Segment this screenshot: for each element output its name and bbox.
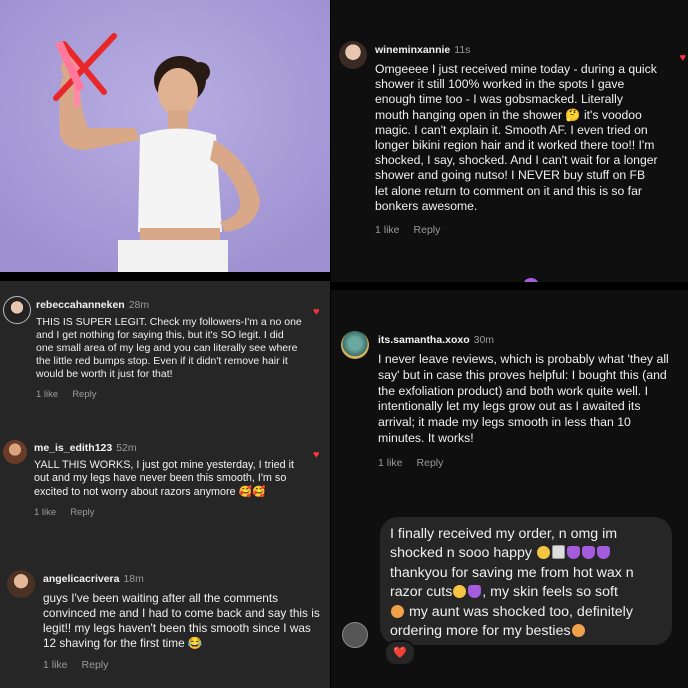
comment-actions: 1 like Reply [43, 659, 325, 671]
comment-actions: 1 like Reply [34, 507, 304, 518]
username[interactable]: wineminxannie [375, 44, 450, 56]
purple-heart-icon [566, 546, 580, 560]
like-count[interactable]: 1 like [378, 457, 403, 469]
heart-icon[interactable]: ♥ [313, 449, 320, 461]
like-count[interactable]: 1 like [34, 507, 56, 518]
purple-heart-icon [468, 585, 482, 599]
message-line: shocked n sooo happy [390, 544, 670, 563]
avatar[interactable] [3, 296, 31, 324]
comment-header: me_is_edith123 52m [34, 438, 304, 456]
heart-icon: ❤️ [393, 647, 407, 659]
comment-actions: 1 like Reply [375, 224, 660, 236]
heart-icon[interactable]: ♥ [313, 306, 320, 318]
comment-panel-3: its.samantha.xoxo 30m I never leave revie… [331, 290, 688, 490]
timestamp: 11s [454, 44, 471, 56]
comment-panel-1: wineminxannie 11s Omgeeee I just received… [331, 0, 688, 282]
avatar[interactable] [7, 570, 35, 598]
comment-text: YALL THIS WORKS, I just got mine yesterd… [34, 459, 295, 498]
avatar[interactable] [341, 331, 369, 359]
username[interactable]: me_is_edith123 [34, 442, 112, 454]
timestamp: 52m [116, 442, 137, 454]
reaction-badge[interactable]: ❤️ [384, 640, 416, 666]
reply-button[interactable]: Reply [417, 457, 444, 469]
reply-button[interactable]: Reply [72, 389, 96, 400]
username[interactable]: angelicacrivera [43, 573, 119, 585]
reply-button[interactable]: Reply [82, 659, 109, 671]
smiling-hearts-face-icon [391, 604, 404, 618]
like-count[interactable]: 1 like [36, 389, 58, 400]
woman-photo [0, 0, 330, 272]
reply-button[interactable]: Reply [70, 507, 94, 518]
product-photo [0, 0, 330, 272]
message-bubble: I finally received my order, n omg im sh… [380, 517, 672, 645]
message-line: ordering more for my besties [390, 622, 670, 641]
message-line: I finally received my order, n omg im [390, 526, 618, 542]
comment-actions: 1 like Reply [378, 457, 676, 469]
comment-text: I never leave reviews, which is probably… [378, 352, 669, 445]
unknown-glyph-icon [551, 545, 565, 560]
like-count[interactable]: 1 like [43, 659, 68, 671]
timestamp: 28m [128, 299, 150, 311]
avatar[interactable] [342, 622, 368, 648]
reply-button[interactable]: Reply [414, 224, 441, 236]
purple-heart-icon [581, 546, 595, 560]
comment-text: Omgeeee I just received mine today - dur… [375, 62, 658, 213]
comment-header: angelicacrivera 18m [43, 569, 325, 587]
timestamp: 18m [123, 573, 144, 585]
comment-text: guys I've been waiting after all the com… [43, 591, 320, 650]
message-panel: I finally received my order, n omg im sh… [331, 490, 688, 688]
pleading-face-icon [536, 546, 550, 560]
comment-actions: 1 like Reply [36, 389, 304, 400]
heart-icon[interactable]: ♥ [679, 52, 686, 64]
message-line: my aunt was shocked too, definitely [390, 603, 670, 622]
smiling-hearts-face-icon [571, 624, 585, 638]
message-line: thankyou for saving me from hot wax n [390, 564, 634, 581]
comment-header: wineminxannie 11s [375, 40, 660, 58]
avatar[interactable] [339, 41, 367, 69]
like-count[interactable]: 1 like [375, 224, 400, 236]
username[interactable]: its.samantha.xoxo [378, 334, 470, 346]
comment-header: rebeccahanneken 28m [36, 295, 304, 313]
message-text: I finally received my order, n omg im sh… [390, 525, 670, 641]
message-line: razor cuts, my skin feels so soft [390, 584, 618, 601]
timestamp: 30m [473, 334, 495, 346]
pleading-face-icon [453, 585, 467, 599]
comment-panel-2: rebeccahanneken 28m THIS IS SUPER LEGIT. … [0, 281, 330, 688]
avatar[interactable] [3, 440, 27, 464]
purple-heart-icon [596, 546, 610, 560]
username[interactable]: rebeccahanneken [36, 299, 125, 311]
purple-heart-icon [524, 278, 538, 282]
comment-header: its.samantha.xoxo 30m [378, 330, 676, 348]
comment-text: THIS IS SUPER LEGIT. Check my followers-… [36, 316, 302, 380]
